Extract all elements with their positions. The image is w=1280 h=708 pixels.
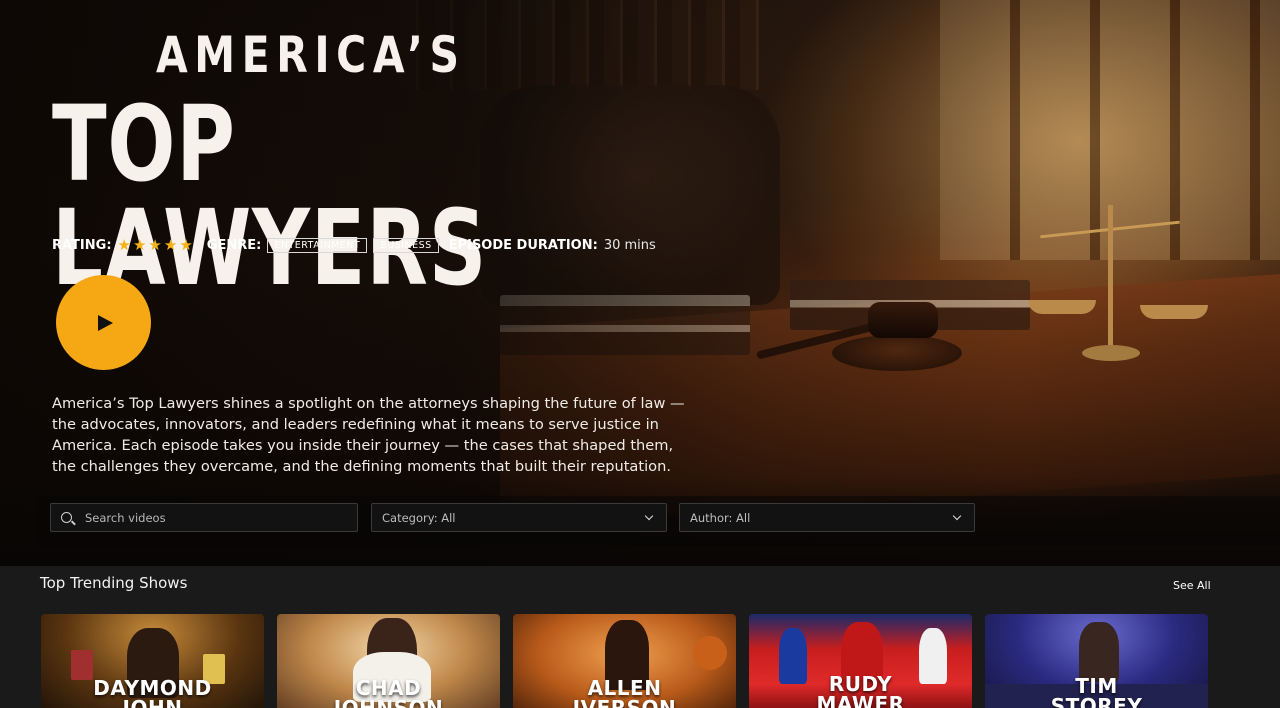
category-dropdown[interactable]: Category: All: [371, 503, 667, 532]
show-title: TOP LAWYERS: [52, 83, 488, 309]
section-title: Top Trending Shows: [40, 574, 188, 592]
show-card-rudy-mawer[interactable]: RUDY MAWER: [749, 614, 972, 708]
show-card-chad-johnson[interactable]: CHAD JOHNSON: [277, 614, 500, 708]
trending-section: Top Trending Shows See All DAYMOND JOHN C…: [0, 566, 1280, 708]
star-icon: ★: [163, 235, 178, 254]
genre-tag-business: BUSINESS: [373, 237, 439, 253]
show-card-title: RUDY MAWER: [816, 672, 905, 708]
book-cover-image: [71, 650, 93, 680]
show-description: America’s Top Lawyers shines a spotlight…: [52, 395, 685, 475]
play-icon: [98, 314, 113, 331]
show-title-top: AMERICA’S: [156, 26, 466, 84]
author-dropdown[interactable]: Author: All: [679, 503, 975, 532]
star-icon: ★: [132, 235, 147, 254]
search-box[interactable]: [50, 503, 358, 532]
category-dropdown-value: Category: All: [382, 510, 456, 525]
rating-stars: ★ ★ ★ ★ ★: [117, 235, 193, 254]
star-icon: ★: [148, 235, 162, 254]
show-card-title: DAYMOND JOHN: [93, 676, 212, 708]
basketball-image: [693, 636, 727, 670]
star-icon: ★: [117, 235, 131, 254]
show-card-daymond-john[interactable]: DAYMOND JOHN: [41, 614, 264, 708]
show-meta: RATING: ★ ★ ★ ★ ★ GENRE: ENTERTAINMENT B…: [52, 235, 656, 255]
search-icon: [61, 512, 72, 523]
play-button[interactable]: [56, 275, 151, 370]
duration-value: 30 mins: [603, 237, 656, 253]
duration-label: EPISODE DURATION:: [448, 237, 598, 253]
star-icon: ★: [179, 235, 193, 254]
hero-content: AMERICA’S TOP LAWYERS RATING: ★ ★ ★ ★ ★ …: [0, 0, 720, 500]
show-card-title: TIM STOREY: [1050, 674, 1143, 708]
show-card-allen-iverson[interactable]: ALLEN IVERSON: [513, 614, 736, 708]
show-card-title: ALLEN IVERSON: [572, 676, 677, 708]
chevron-down-icon: [644, 511, 654, 521]
show-card-title: CHAD JOHNSON: [333, 676, 444, 708]
filter-bar: Category: All Author: All: [36, 496, 1280, 546]
rating-label: RATING:: [52, 237, 112, 253]
genre-label: GENRE:: [206, 237, 262, 253]
search-input[interactable]: [85, 510, 345, 525]
show-card-tim-storey[interactable]: TIM STOREY: [985, 614, 1208, 708]
hero-banner: AMERICA’S TOP LAWYERS RATING: ★ ★ ★ ★ ★ …: [0, 0, 1280, 566]
host-portrait: [1079, 622, 1119, 682]
genre-tag-entertainment: ENTERTAINMENT: [267, 237, 368, 253]
author-dropdown-value: Author: All: [690, 510, 751, 525]
chevron-down-icon: [952, 511, 962, 521]
see-all-link[interactable]: See All: [1173, 579, 1211, 592]
